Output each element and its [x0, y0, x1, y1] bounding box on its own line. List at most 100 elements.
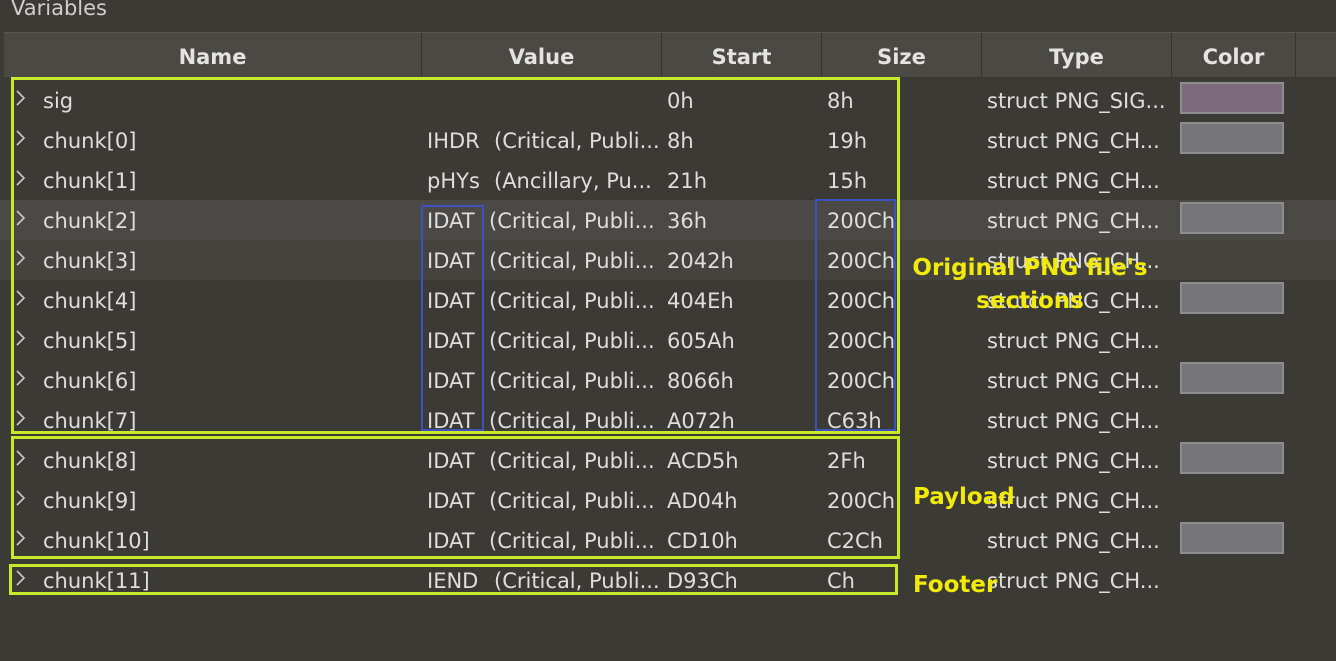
column-header-name[interactable]: Name — [4, 33, 422, 77]
cell-start: 2042h — [667, 249, 734, 273]
chevron-right-icon[interactable] — [14, 328, 28, 348]
table-row[interactable]: chunk[4] IDAT (Critical, Publi... 404Eh 200C… — [0, 280, 1336, 320]
cell-value-tag: IEND — [427, 569, 479, 593]
table-row[interactable]: chunk[6] IDAT (Critical, Publi... 8066h 200C… — [0, 360, 1336, 400]
color-swatch[interactable] — [1180, 82, 1284, 114]
cell-start: 404Eh — [667, 289, 734, 313]
chevron-right-icon[interactable] — [14, 288, 28, 308]
chevron-right-icon[interactable] — [14, 168, 28, 188]
cell-name: chunk[11] — [43, 569, 150, 593]
cell-value-tag: IDAT — [427, 529, 475, 553]
table-row[interactable]: chunk[11] IEND (Critical, Publi... D93Ch Ch s… — [0, 560, 1336, 600]
cell-type: struct PNG_CH... — [987, 449, 1160, 473]
cell-type: struct PNG_CH... — [987, 409, 1160, 433]
cell-type: struct PNG_CH... — [987, 329, 1160, 353]
color-swatch[interactable] — [1180, 202, 1284, 234]
cell-value-detail: (Ancillary, Pu... — [494, 169, 652, 193]
color-swatch[interactable] — [1180, 522, 1284, 554]
chevron-right-icon[interactable] — [14, 488, 28, 508]
cell-type: struct PNG_CH... — [987, 569, 1160, 593]
chevron-right-icon[interactable] — [14, 208, 28, 228]
cell-start: CD10h — [667, 529, 738, 553]
cell-value-tag: IDAT — [427, 289, 475, 313]
cell-start: D93Ch — [667, 569, 738, 593]
chevron-right-icon[interactable] — [14, 408, 28, 428]
table-row[interactable]: chunk[7] IDAT (Critical, Publi... A072h C63h… — [0, 400, 1336, 440]
column-header-start[interactable]: Start — [662, 33, 822, 77]
cell-value-detail: (Critical, Publi... — [489, 289, 655, 313]
cell-start: AD04h — [667, 489, 738, 513]
cell-size: 8h — [827, 89, 854, 113]
column-header-type[interactable]: Type — [982, 33, 1172, 77]
cell-value-detail: (Critical, Publi... — [489, 529, 655, 553]
cell-type: struct PNG_CH... — [987, 209, 1160, 233]
table-header: Name Value Start Size Type Color — [4, 32, 1336, 77]
cell-name: chunk[7] — [43, 409, 137, 433]
table-row[interactable]: chunk[1] pHYs (Ancillary, Pu... 21h 15h struc… — [0, 160, 1336, 200]
chevron-right-icon[interactable] — [14, 128, 28, 148]
table-row[interactable]: chunk[9] IDAT (Critical, Publi... AD04h 200C… — [0, 480, 1336, 520]
variables-panel: Variables Name Value Start Size Type Col… — [0, 0, 1336, 661]
cell-type: struct PNG_CH... — [987, 529, 1160, 553]
cell-value-detail: (Critical, Publi... — [489, 209, 655, 233]
color-swatch[interactable] — [1180, 362, 1284, 394]
cell-start: 21h — [667, 169, 708, 193]
table-row[interactable]: chunk[8] IDAT (Critical, Publi... ACD5h 2Fh s… — [0, 440, 1336, 480]
column-header-value[interactable]: Value — [422, 33, 662, 77]
color-swatch[interactable] — [1180, 282, 1284, 314]
cell-value-detail: (Critical, Publi... — [489, 249, 655, 273]
table-row[interactable]: chunk[2] IDAT (Critical, Publi... 36h 200Ch s… — [0, 200, 1336, 240]
cell-start: 8066h — [667, 369, 734, 393]
column-header-color[interactable]: Color — [1172, 33, 1296, 77]
cell-name: chunk[4] — [43, 289, 137, 313]
column-header-size[interactable]: Size — [822, 33, 982, 77]
cell-value-tag: IDAT — [427, 249, 475, 273]
chevron-right-icon[interactable] — [14, 248, 28, 268]
cell-name: chunk[8] — [43, 449, 137, 473]
panel-title: Variables — [11, 0, 107, 20]
cell-name: chunk[0] — [43, 129, 137, 153]
cell-start: ACD5h — [667, 449, 739, 473]
cell-value-tag: IHDR — [427, 129, 480, 153]
cell-type: struct PNG_CH... — [987, 129, 1160, 153]
cell-value-tag: IDAT — [427, 329, 475, 353]
chevron-right-icon[interactable] — [14, 568, 28, 588]
cell-name: chunk[6] — [43, 369, 137, 393]
cell-type: struct PNG_CH... — [987, 289, 1160, 313]
cell-type: struct PNG_SIG... — [987, 89, 1166, 113]
cell-name: sig — [43, 89, 74, 113]
cell-value-tag — [427, 80, 487, 120]
cell-value-detail: (Critical, Publi... — [494, 129, 660, 153]
cell-type: struct PNG_CH... — [987, 489, 1160, 513]
table-row[interactable]: sig 0h 8h struct PNG_SIG... — [0, 80, 1336, 120]
cell-size: 2Fh — [827, 449, 866, 473]
cell-size: Ch — [827, 569, 855, 593]
cell-name: chunk[3] — [43, 249, 137, 273]
table-row[interactable]: chunk[10] IDAT (Critical, Publi... CD10h C2C… — [0, 520, 1336, 560]
color-swatch[interactable] — [1180, 442, 1284, 474]
cell-type: struct PNG_CH... — [987, 249, 1160, 273]
cell-size: 200Ch — [827, 329, 896, 353]
chevron-right-icon[interactable] — [14, 448, 28, 468]
cell-type: struct PNG_CH... — [987, 169, 1160, 193]
chevron-right-icon[interactable] — [14, 88, 28, 108]
chevron-right-icon[interactable] — [14, 368, 28, 388]
table-row[interactable]: chunk[3] IDAT (Critical, Publi... 2042h 200C… — [0, 240, 1336, 280]
table-row[interactable]: chunk[0] IHDR (Critical, Publi... 8h 19h stru… — [0, 120, 1336, 160]
color-swatch[interactable] — [1180, 122, 1284, 154]
table-row[interactable]: chunk[5] IDAT (Critical, Publi... 605Ah 200C… — [0, 320, 1336, 360]
cell-value-tag: IDAT — [427, 489, 475, 513]
cell-name: chunk[9] — [43, 489, 137, 513]
cell-value-detail — [489, 80, 655, 120]
cell-name: chunk[10] — [43, 529, 150, 553]
cell-start: A072h — [667, 409, 735, 433]
cell-size: 19h — [827, 129, 868, 153]
cell-size: 15h — [827, 169, 868, 193]
cell-size: C63h — [827, 409, 882, 433]
cell-value-detail: (Critical, Publi... — [494, 569, 660, 593]
cell-size: 200Ch — [827, 249, 896, 273]
cell-size: 200Ch — [827, 489, 896, 513]
cell-name: chunk[5] — [43, 329, 137, 353]
chevron-right-icon[interactable] — [14, 528, 28, 548]
cell-value-detail: (Critical, Publi... — [489, 489, 655, 513]
